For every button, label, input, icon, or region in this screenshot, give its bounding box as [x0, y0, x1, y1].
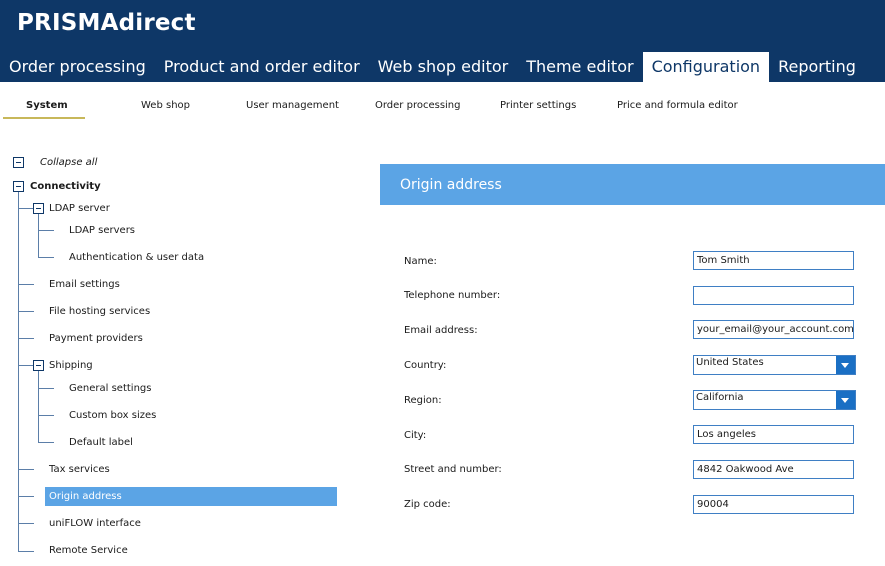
collapse-all-icon[interactable] [13, 157, 24, 168]
country-label: Country: [404, 360, 447, 371]
tree-line [38, 257, 54, 258]
country-select[interactable]: United States [693, 355, 856, 375]
subtab-system[interactable]: System [26, 100, 68, 111]
tree-line [38, 388, 54, 389]
shipping-collapse-icon[interactable] [33, 360, 44, 371]
panel-title: Origin address [400, 177, 502, 193]
tab-configuration[interactable]: Configuration [642, 52, 770, 82]
telephone-field[interactable] [693, 286, 854, 305]
tree-line [18, 551, 34, 552]
tab-reporting[interactable]: Reporting [769, 52, 865, 82]
name-label: Name: [404, 256, 437, 267]
tree-item-tax-services[interactable]: Tax services [49, 464, 110, 475]
tree-line [18, 365, 33, 366]
email-field[interactable]: your_email@your_account.com [693, 320, 854, 339]
tab-theme-editor[interactable]: Theme editor [517, 52, 642, 82]
tree-item-authentication[interactable]: Authentication & user data [69, 252, 204, 263]
tree-line [38, 230, 54, 231]
street-label: Street and number: [404, 464, 502, 475]
subtab-user-management[interactable]: User management [246, 100, 339, 111]
tree-item-general-settings[interactable]: General settings [69, 383, 151, 394]
country-selected-value: United States [696, 357, 764, 368]
chevron-down-icon[interactable] [836, 391, 855, 409]
top-bar: PRISMAdirect Order processing Product an… [0, 0, 885, 82]
tree-item-remote-service[interactable]: Remote Service [49, 545, 128, 556]
tree-item-connectivity[interactable]: Connectivity [30, 181, 101, 192]
subtab-printer-settings[interactable]: Printer settings [500, 100, 576, 111]
main-tabs: Order processing Product and order edito… [0, 52, 865, 82]
tree-line [18, 338, 34, 339]
tree-line [38, 214, 39, 257]
tree-line [18, 469, 34, 470]
tree-item-uniflow-interface[interactable]: uniFLOW interface [49, 518, 141, 529]
tree-line [38, 442, 54, 443]
zip-field[interactable]: 90004 [693, 495, 854, 514]
tree-item-ldap-servers[interactable]: LDAP servers [69, 225, 135, 236]
sub-nav: System Web shop User management Order pr… [0, 82, 885, 120]
tree-item-file-hosting[interactable]: File hosting services [49, 306, 150, 317]
name-field[interactable]: Tom Smith [693, 251, 854, 270]
tab-web-shop-editor[interactable]: Web shop editor [369, 52, 518, 82]
tree-line [18, 496, 34, 497]
ldap-collapse-icon[interactable] [33, 203, 44, 214]
tab-order-processing[interactable]: Order processing [0, 52, 155, 82]
tree-line [18, 523, 34, 524]
telephone-label: Telephone number: [404, 290, 501, 301]
tree-line [38, 415, 54, 416]
tab-product-and-order-editor[interactable]: Product and order editor [155, 52, 369, 82]
subtab-web-shop[interactable]: Web shop [141, 100, 190, 111]
tree-item-default-label[interactable]: Default label [69, 437, 133, 448]
tree-item-payment-providers[interactable]: Payment providers [49, 333, 143, 344]
street-field[interactable]: 4842 Oakwood Ave [693, 460, 854, 479]
city-field[interactable]: Los angeles [693, 425, 854, 444]
tree-item-custom-box-sizes[interactable]: Custom box sizes [69, 410, 156, 421]
tree-line [18, 208, 33, 209]
tree-item-ldap-server[interactable]: LDAP server [49, 203, 110, 214]
zip-label: Zip code: [404, 499, 451, 510]
tree-line [18, 192, 19, 552]
region-label: Region: [404, 395, 442, 406]
collapse-all-link[interactable]: Collapse all [40, 157, 97, 168]
region-selected-value: California [696, 392, 744, 403]
subtab-price-and-formula-editor[interactable]: Price and formula editor [617, 100, 738, 111]
app-title: PRISMAdirect [17, 10, 196, 36]
email-label: Email address: [404, 325, 478, 336]
panel-header: Origin address [380, 164, 885, 205]
tree-item-shipping[interactable]: Shipping [49, 360, 93, 371]
tree-line [38, 371, 39, 442]
tree-line [18, 284, 34, 285]
tree-line [18, 311, 34, 312]
active-subtab-underline [3, 117, 85, 119]
connectivity-collapse-icon[interactable] [13, 181, 24, 192]
chevron-down-icon[interactable] [836, 356, 855, 374]
tree-item-origin-address[interactable]: Origin address [49, 491, 122, 502]
city-label: City: [404, 430, 427, 441]
region-select[interactable]: California [693, 390, 856, 410]
tree-item-email-settings[interactable]: Email settings [49, 279, 120, 290]
subtab-order-processing[interactable]: Order processing [375, 100, 461, 111]
